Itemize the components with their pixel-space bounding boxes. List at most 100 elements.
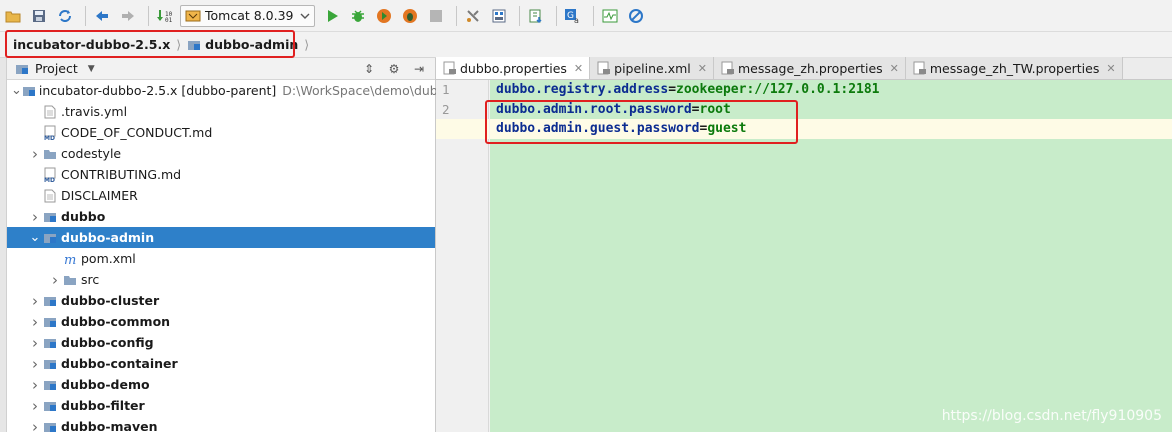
close-tab-icon[interactable]: ✕ <box>698 62 707 75</box>
text-file-icon <box>42 104 58 120</box>
tree-row[interactable]: MD CONTRIBUTING.md <box>7 164 435 185</box>
tree-item-label: DISCLAIMER <box>61 188 138 203</box>
close-tab-icon[interactable]: ✕ <box>574 62 583 75</box>
tree-row[interactable]: › dubbo-filter <box>7 395 435 416</box>
settings-icon[interactable] <box>462 5 484 27</box>
svg-text:MD: MD <box>44 135 55 141</box>
maven-file-icon: m <box>62 251 78 267</box>
sdk-download-icon[interactable] <box>525 5 547 27</box>
stop-icon[interactable] <box>425 5 447 27</box>
editor-tab-label: message_zh_TW.properties <box>929 60 1100 76</box>
project-panel-title: Project <box>35 61 78 76</box>
module-folder-icon <box>42 356 58 372</box>
save-icon[interactable] <box>28 5 50 27</box>
code-line[interactable]: dubbo.admin.guest.password=guest <box>490 119 1172 139</box>
run-configuration-label: Tomcat 8.0.39 <box>205 8 294 23</box>
tree-row[interactable]: MD CODE_OF_CONDUCT.md <box>7 122 435 143</box>
tree-row[interactable]: m pom.xml <box>7 248 435 269</box>
chevron-right-icon[interactable]: › <box>28 397 42 415</box>
chevron-right-icon[interactable]: › <box>28 145 42 163</box>
text-file-icon <box>42 188 58 204</box>
tree-item-label: .travis.yml <box>61 104 128 119</box>
tree-row[interactable]: › dubbo <box>7 206 435 227</box>
toolbar-separator <box>555 5 557 26</box>
tree-row[interactable]: › dubbo-config <box>7 332 435 353</box>
build-icon[interactable]: 10 01 <box>154 5 176 27</box>
run-with-coverage-icon[interactable] <box>373 5 395 27</box>
tree-row[interactable]: › dubbo-maven <box>7 416 435 432</box>
editor-tab[interactable]: pipeline.xml ✕ <box>590 57 714 79</box>
chevron-right-icon[interactable]: › <box>28 418 42 432</box>
profile-icon[interactable] <box>399 5 421 27</box>
activity-monitor-icon[interactable] <box>599 5 621 27</box>
back-arrow-icon[interactable] <box>91 5 113 27</box>
tree-item-label: incubator-dubbo-2.5.x [dubbo-parent] <box>38 83 277 98</box>
code-editor[interactable]: dubbo.registry.address=zookeeper://127.0… <box>490 80 1172 432</box>
view-dropdown-caret-icon[interactable]: ▼ <box>88 64 95 74</box>
close-tab-icon[interactable]: ✕ <box>890 62 899 75</box>
chevron-down-icon[interactable]: ⌄ <box>28 230 42 245</box>
tree-item-label: dubbo-cluster <box>61 293 160 308</box>
editor-tab[interactable]: dubbo.properties ✕ <box>436 57 591 79</box>
tree-item-label: CONTRIBUTING.md <box>61 167 182 182</box>
chevron-right-icon: ⟩ <box>304 37 310 52</box>
gear-icon[interactable]: ⚙ <box>386 61 402 77</box>
disable-icon[interactable] <box>625 5 647 27</box>
editor-tab[interactable]: message_zh.properties ✕ <box>713 57 906 79</box>
chevron-right-icon[interactable]: › <box>28 313 42 331</box>
tree-row[interactable]: › dubbo-container <box>7 353 435 374</box>
tree-row[interactable]: › dubbo-common <box>7 311 435 332</box>
properties-file-icon <box>721 61 735 75</box>
tree-row[interactable]: › dubbo-cluster <box>7 290 435 311</box>
editor-tab[interactable]: message_zh_TW.properties ✕ <box>905 57 1123 79</box>
chevron-right-icon[interactable]: › <box>28 376 42 394</box>
tree-row[interactable]: › dubbo-demo <box>7 374 435 395</box>
chevron-right-icon[interactable]: › <box>48 271 62 289</box>
forward-arrow-icon[interactable] <box>117 5 139 27</box>
module-folder-icon <box>42 398 58 414</box>
properties-file-icon <box>443 61 457 75</box>
code-line[interactable]: dubbo.admin.root.password=root <box>490 100 1172 120</box>
property-value: guest <box>707 121 747 136</box>
equals-sign: = <box>691 101 700 117</box>
tree-row[interactable]: DISCLAIMER <box>7 185 435 206</box>
watermark: https://blog.csdn.net/fly910905 <box>941 408 1162 424</box>
folder-icon <box>42 146 58 162</box>
toolbar-separator <box>85 5 86 26</box>
tree-item-label: src <box>81 272 100 287</box>
chevron-down-icon[interactable]: ⌄ <box>11 83 22 98</box>
tree-row[interactable]: ⌄ incubator-dubbo-2.5.x [dubbo-parent] D:\… <box>7 80 438 101</box>
chevron-right-icon[interactable]: › <box>28 355 42 373</box>
svg-text:01: 01 <box>165 17 173 24</box>
main-toolbar: 10 01 Tomcat 8.0.39 G a <box>0 0 1172 32</box>
property-key: dubbo.admin.root.password <box>496 101 692 117</box>
module-folder-icon <box>42 230 58 246</box>
run-configuration-dropdown[interactable]: Tomcat 8.0.39 <box>180 4 315 27</box>
open-folder-icon[interactable] <box>2 5 24 27</box>
chevron-right-icon[interactable]: › <box>28 334 42 352</box>
sync-icon[interactable] <box>54 5 76 27</box>
translate-icon[interactable]: Ga <box>562 5 584 27</box>
code-line[interactable]: dubbo.registry.address=zookeeper://127.0… <box>490 80 1172 100</box>
tree-item-label: pom.xml <box>81 251 136 266</box>
chevron-right-icon[interactable]: › <box>28 292 42 310</box>
editor-tab-bar: dubbo.properties ✕ pipeline.xml ✕ message_zh… <box>436 57 1172 80</box>
property-value: root <box>699 101 731 117</box>
tree-row[interactable]: › src <box>7 269 435 290</box>
run-icon[interactable] <box>321 5 343 27</box>
properties-file-icon <box>597 61 611 75</box>
close-tab-icon[interactable]: ✕ <box>1106 62 1115 75</box>
editor-tab-label: dubbo.properties <box>460 60 567 76</box>
hide-panel-icon[interactable]: ⇥ <box>411 61 427 77</box>
breadcrumb-item-project[interactable]: incubator-dubbo-2.5.x <box>13 37 170 52</box>
current-line-gutter-highlight <box>436 119 489 139</box>
tree-row[interactable]: › codestyle <box>7 143 435 164</box>
property-key: dubbo.admin.guest.password <box>496 121 700 136</box>
project-structure-icon[interactable] <box>488 5 510 27</box>
chevron-right-icon[interactable]: › <box>28 208 42 226</box>
tree-row[interactable]: .travis.yml <box>7 101 435 122</box>
tree-row[interactable]: ⌄ dubbo-admin <box>7 227 435 248</box>
debug-icon[interactable] <box>347 5 369 27</box>
breadcrumb-item-module[interactable]: dubbo-admin <box>187 37 298 52</box>
scroll-from-source-icon[interactable]: ⇕ <box>361 61 377 77</box>
